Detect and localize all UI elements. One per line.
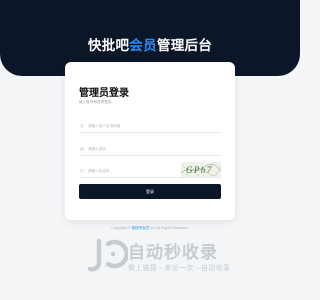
login-subtitle: 输入账号和密码登录: [79, 100, 112, 104]
copyright: Copyright © 快批吧会员 Inc.All Rights Reserve…: [0, 226, 300, 231]
watermark-tagline: 做上链接→来访一次→自动收录: [128, 265, 231, 272]
site-title-part1: 快批吧: [87, 38, 130, 53]
site-title-highlight: 会员: [129, 38, 157, 53]
captcha-image[interactable]: GPh7: [181, 162, 221, 177]
watermark: 自动秒收录 做上链接→来访一次→自动收录: [88, 236, 288, 276]
site-title-part2: 管理后台: [156, 38, 213, 53]
captcha-input[interactable]: [85, 168, 181, 173]
copyright-prefix: Copyright ©: [111, 226, 131, 230]
password-field[interactable]: [79, 142, 221, 156]
login-title: 管理员登录: [79, 88, 129, 99]
copyright-suffix: Inc.All Rights Reserved.: [150, 226, 189, 230]
password-input[interactable]: [85, 146, 181, 151]
watermark-title: 自动秒收录: [128, 243, 218, 262]
copyright-link[interactable]: 快批吧会员: [131, 226, 149, 230]
login-card: 管理员登录 输入账号和密码登录 GPh7 登: [65, 62, 235, 220]
username-input[interactable]: [85, 123, 181, 128]
login-button[interactable]: 登录: [79, 184, 221, 199]
site-title: 快批吧会员管理后台: [0, 34, 300, 54]
username-field[interactable]: [79, 119, 221, 133]
captcha-text: GPh7: [186, 165, 213, 175]
watermark-logo-icon: [88, 238, 128, 272]
captcha-field[interactable]: GPh7: [79, 162, 221, 178]
